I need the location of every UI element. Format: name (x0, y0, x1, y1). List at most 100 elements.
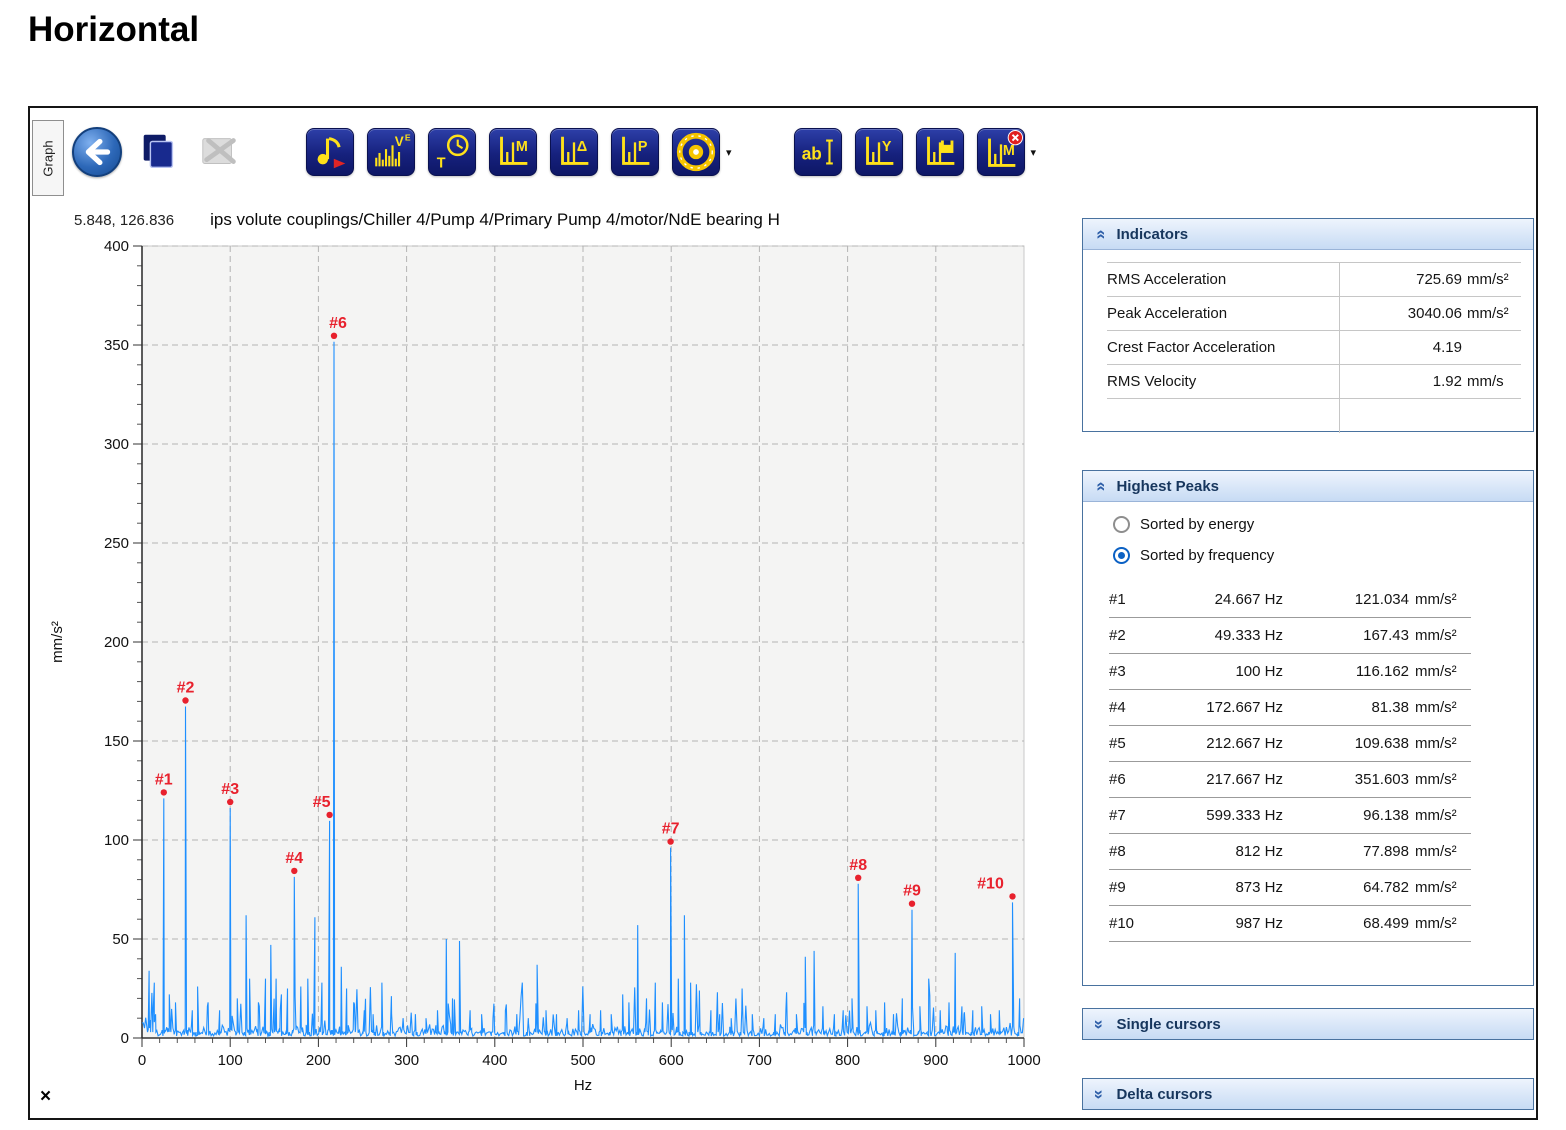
svg-text:ab: ab (801, 144, 821, 164)
peak-amplitude: 68.499 (1363, 915, 1409, 932)
peak-row[interactable]: #10 987 Hz 68.499 mm/s² (1109, 906, 1471, 942)
expand-icon: » (1090, 1089, 1110, 1099)
svg-text:T: T (437, 155, 446, 171)
peak-row[interactable]: #3 100 Hz 116.162 mm/s² (1109, 654, 1471, 690)
peak-unit: mm/s² (1415, 663, 1457, 680)
spectrum-chart[interactable]: 0 100 200 300 400 500 600 700 800 900 1000 0 50 100 15… (38, 232, 1050, 1104)
peak-row[interactable]: #1 24.667 Hz 121.034 mm/s² (1109, 582, 1471, 618)
svg-text:200: 200 (104, 634, 129, 651)
peak-unit: mm/s² (1415, 735, 1457, 752)
save-chart-button[interactable] (915, 128, 964, 176)
svg-text:900: 900 (923, 1052, 948, 1069)
peak-rank: #9 (1109, 879, 1126, 896)
peak-amplitude: 116.162 (1355, 663, 1409, 680)
delta-cursors-panel[interactable]: » Delta cursors (1082, 1078, 1534, 1110)
peak-rank: #6 (1109, 771, 1126, 788)
peak-row[interactable]: #9 873 Hz 64.782 mm/s² (1109, 870, 1471, 906)
peak-unit: mm/s² (1415, 591, 1457, 608)
copy-button[interactable] (135, 128, 183, 176)
indicator-row-empty (1107, 399, 1521, 433)
peak-unit: mm/s² (1415, 879, 1457, 896)
svg-text:350: 350 (104, 337, 129, 354)
bearing-frequencies-button-dropdown[interactable]: ▾ (726, 146, 732, 159)
y-axis-label: mm/s² (49, 621, 66, 663)
peak-label: #4 (285, 850, 303, 867)
indicator-value: 1.92 mm/s (1339, 365, 1521, 398)
bearing-icon (674, 130, 718, 174)
svg-text:150: 150 (104, 733, 129, 750)
indicator-value: 4.19 (1339, 331, 1521, 364)
peak-row[interactable]: #8 812 Hz 77.898 mm/s² (1109, 834, 1471, 870)
spectrum-velocity-button[interactable]: VE (367, 128, 415, 176)
indicator-row: Crest Factor Acceleration 4.19 (1107, 331, 1521, 365)
peak-rank: #10 (1109, 915, 1135, 932)
peak-row[interactable]: #4 172.667 Hz 81.38 mm/s² (1109, 690, 1471, 726)
indicator-label: RMS Acceleration (1107, 271, 1227, 288)
markers-button[interactable]: M (489, 128, 537, 176)
svg-text:M: M (516, 139, 528, 155)
peak-amplitude: 121.034 (1354, 591, 1409, 608)
svg-text:Δ: Δ (577, 139, 587, 155)
remove-markers-button-dropdown[interactable]: ▾ (1031, 146, 1037, 159)
svg-text:P: P (638, 139, 648, 155)
chart-m-icon: M (491, 130, 535, 174)
report-export-button[interactable] (306, 128, 354, 176)
peak-label: #10 (977, 875, 1004, 892)
peak-rank: #2 (1109, 627, 1126, 644)
peak-row[interactable]: #2 49.333 Hz 167.43 mm/s² (1109, 618, 1471, 654)
svg-text:1000: 1000 (1007, 1052, 1040, 1069)
spectrum-ve-icon: VE (369, 130, 413, 174)
svg-text:300: 300 (104, 436, 129, 453)
highest-peaks-header[interactable]: » Highest Peaks (1083, 471, 1533, 502)
svg-text:M: M (1002, 143, 1014, 159)
indicator-value: 725.69 mm/s² (1339, 263, 1521, 296)
peak-frequency: 212.667 Hz (1206, 735, 1283, 752)
peak-rank: #5 (1109, 735, 1126, 752)
tab-graph[interactable]: Graph (32, 120, 64, 196)
peak-marker-dot (330, 332, 338, 339)
delta-markers-button[interactable]: Δ (550, 128, 598, 176)
peak-marker-dot (182, 697, 189, 704)
back-button[interactable] (72, 127, 122, 177)
peak-rank: #4 (1109, 699, 1126, 716)
svg-text:100: 100 (104, 832, 129, 849)
bearing-frequencies-button[interactable] (672, 128, 720, 176)
radio-sorted-by-energy[interactable]: Sorted by energy (1113, 516, 1533, 533)
svg-text:0: 0 (138, 1052, 146, 1069)
peak-amplitude: 77.898 (1363, 843, 1409, 860)
peak-marker-dot (855, 874, 862, 881)
peak-row[interactable]: #6 217.667 Hz 351.603 mm/s² (1109, 762, 1471, 798)
indicator-value: 3040.06 mm/s² (1339, 297, 1521, 330)
page-title: Horizontal (28, 10, 200, 49)
peak-marker-dot (908, 900, 916, 907)
remove-markers-button[interactable]: M (976, 128, 1025, 176)
graph-window: Graph V E T M Δ P ▾ ab Y M ▾ 5.848, 126.836 ips vo… (28, 106, 1538, 1120)
export-disabled-icon (198, 130, 242, 174)
indicator-label: Peak Acceleration (1107, 305, 1228, 322)
peak-rank: #1 (1109, 591, 1126, 608)
peak-unit: mm/s² (1415, 807, 1457, 824)
peak-label: #6 (329, 315, 347, 332)
toolbar: V E T M Δ P ▾ ab Y M ▾ (72, 124, 1036, 180)
y-scale-button[interactable]: Y (854, 128, 903, 176)
peak-amplitude: 351.603 (1354, 771, 1409, 788)
peak-unit: mm/s² (1415, 915, 1457, 932)
peak-amplitude: 64.782 (1363, 879, 1409, 896)
peak-row[interactable]: #7 599.333 Hz 96.138 mm/s² (1109, 798, 1471, 834)
peak-markers-button[interactable]: P (611, 128, 659, 176)
radio-sorted-by-frequency[interactable]: Sorted by frequency (1113, 547, 1533, 564)
indicators-header[interactable]: » Indicators (1083, 219, 1533, 250)
peak-label: #3 (221, 781, 239, 798)
time-waveform-button[interactable]: T (428, 128, 476, 176)
close-graph-button[interactable]: × (40, 1086, 51, 1108)
peak-unit: mm/s² (1415, 627, 1457, 644)
annotation-button[interactable]: ab (793, 128, 842, 176)
peak-frequency: 100 Hz (1235, 663, 1283, 680)
single-cursors-panel[interactable]: » Single cursors (1082, 1008, 1534, 1040)
peak-frequency: 987 Hz (1235, 915, 1283, 932)
peak-row[interactable]: #5 212.667 Hz 109.638 mm/s² (1109, 726, 1471, 762)
indicator-row: Peak Acceleration 3040.06 mm/s² (1107, 297, 1521, 331)
peak-label: #9 (903, 883, 921, 900)
peak-rank: #3 (1109, 663, 1126, 680)
chart-title: ips volute couplings/Chiller 4/Pump 4/Pr… (210, 210, 780, 229)
